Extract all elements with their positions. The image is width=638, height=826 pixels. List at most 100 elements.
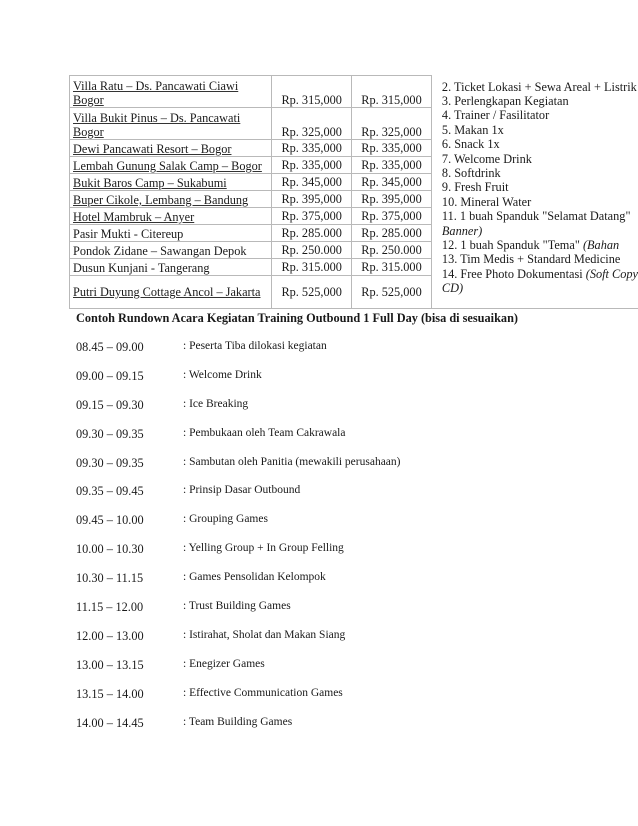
facility-item: 4. Trainer / Fasilitator (442, 108, 638, 122)
rundown-time: 09.30 – 09.35 (76, 426, 144, 441)
venue-name-cell: Pasir Mukti - Citereup (68, 224, 273, 242)
price-cell: Rp. 325,000 (351, 107, 432, 140)
rundown-activity: : Effective Communication Games (183, 686, 343, 699)
price-cell: Rp. 395,000 (271, 190, 353, 208)
venue-name-cell: Lembah Gunung Salak Camp – Bogor (68, 156, 273, 174)
facility-text: 10. Mineral Water (441, 194, 532, 209)
rundown-time: 09.45 – 10.00 (76, 513, 144, 528)
price-cell: Rp. 325,000 (271, 107, 353, 140)
rundown-time: 08.45 – 09.00 (76, 340, 144, 354)
facility-item: 13. Tim Medis + Standard Medicine (442, 252, 638, 266)
facility-note: (Soft Copy (585, 266, 638, 281)
price-cell: Rp. 345,000 (351, 173, 432, 191)
price-cell: Rp. 335,000 (351, 139, 432, 157)
price-cell: Rp. 375,000 (271, 207, 353, 225)
price-cell: Rp. 525,000 (351, 275, 432, 309)
rundown-time: 12.00 – 13.00 (76, 628, 144, 643)
price-cell: Rp. 345,000 (271, 173, 353, 191)
facility-item: 11. 1 buah Spanduk "Selamat Datang" (442, 209, 638, 223)
venue-name-line: Dewi Pancawati Resort – Bogor (73, 142, 232, 156)
venue-name-line: Bukit Baros Camp – Sukabumi (73, 176, 227, 190)
facility-text: 5. Makan 1x (441, 122, 504, 137)
facilities-list: 2. Ticket Lokasi + Sewa Areal + Listrik 3… (442, 80, 638, 296)
price-cell: Rp. 315.000 (271, 258, 353, 276)
rundown-activity: : Peserta Tiba dilokasi kegiatan (183, 340, 327, 352)
rundown-activity: : Team Building Games (183, 715, 293, 728)
venue-name-line: Dusun Kunjani - Tangerang (73, 261, 210, 275)
document-page: Villa Ratu – Ds. Pancawati Ciawi Bogor Rp… (0, 0, 638, 826)
facility-item: 8. Softdrink (442, 166, 638, 180)
venue-name-cell: Dusun Kunjani - Tangerang (68, 258, 273, 276)
rundown-activity: : Pembukaan oleh Team Cakrawala (183, 426, 346, 439)
facility-item: 14. Free Photo Dokumentasi (Soft Copy (442, 267, 638, 281)
price-cell: Rp. 335,000 (351, 156, 432, 174)
table-row: Villa Ratu – Ds. Pancawati Ciawi Bogor Rp… (68, 75, 638, 309)
price-cell: Rp. 395,000 (351, 190, 432, 208)
rundown-time: 10.00 – 10.30 (76, 542, 144, 557)
price-cell: Rp. 315.000 (351, 258, 432, 276)
facility-item: 2. Ticket Lokasi + Sewa Areal + Listrik (442, 80, 638, 94)
rundown-time: 09.35 – 09.45 (76, 484, 144, 499)
venue-name-line: Bogor (73, 125, 104, 139)
venue-name-cell: Putri Duyung Cottage Ancol – Jakarta (68, 275, 273, 309)
facility-text: 12. 1 buah Spanduk "Tema" (441, 237, 583, 252)
rundown-activity: : Welcome Drink (183, 368, 262, 381)
venue-name-cell: Villa Ratu – Ds. Pancawati Ciawi Bogor (68, 75, 273, 108)
price-cell: Rp. 315,000 (351, 75, 432, 108)
rundown-heading: Contoh Rundown Acara Kegiatan Training O… (76, 311, 519, 325)
venue-name-cell: Hotel Mambruk – Anyer (68, 207, 273, 225)
rundown-time: 14.00 – 14.45 (76, 715, 144, 730)
facility-text: 8. Softdrink (441, 165, 501, 180)
rundown-time: 09.00 – 09.15 (76, 368, 144, 383)
facility-text: 3. Perlengkapan Kegiatan (441, 93, 569, 108)
rundown-time: 11.15 – 12.00 (76, 600, 144, 615)
facility-text: 9. Fresh Fruit (441, 180, 509, 195)
facility-note: Banner) (441, 223, 483, 238)
rundown-activity: : Grouping Games (183, 513, 268, 526)
facilities-cell: 2. Ticket Lokasi + Sewa Areal + Listrik 3… (430, 75, 638, 309)
venue-name-line: Pasir Mukti - Citereup (73, 227, 184, 241)
facility-note: (Bahan (582, 237, 620, 252)
rundown-activity: : Enegizer Games (183, 657, 265, 670)
rundown-time: 13.15 – 14.00 (76, 686, 144, 701)
rundown-time: 09.15 – 09.30 (76, 397, 144, 412)
price-cell: Rp. 375,000 (351, 207, 432, 225)
price-cell: Rp. 250.000 (271, 241, 353, 259)
venue-name-line: Villa Bukit Pinus – Ds. Pancawati (73, 111, 241, 125)
price-cell: Rp. 315,000 (271, 75, 353, 108)
rundown-activity: : Istirahat, Sholat dan Makan Siang (183, 628, 346, 641)
facility-text: 14. Free Photo Dokumentasi (441, 266, 586, 281)
rundown-activity: : Trust Building Games (183, 600, 291, 613)
facility-item: 9. Fresh Fruit (442, 180, 638, 194)
facility-item: 3. Perlengkapan Kegiatan (442, 94, 638, 108)
facility-item: 7. Welcome Drink (442, 152, 638, 166)
venue-name-cell: Bukit Baros Camp – Sukabumi (68, 173, 273, 191)
rundown-activity: : Ice Breaking (183, 397, 249, 410)
facility-item: 6. Snack 1x (442, 137, 638, 151)
facility-text: 4. Trainer / Fasilitator (441, 108, 550, 123)
rundown-activity: : Yelling Group + In Group Felling (183, 542, 344, 555)
price-cell: Rp. 250.000 (351, 241, 432, 259)
rundown-time: 13.00 – 13.15 (76, 657, 144, 672)
price-cell: Rp. 285.000 (271, 224, 353, 242)
facility-item: 12. 1 buah Spanduk "Tema" (Bahan (442, 238, 638, 252)
facility-text: 6. Snack 1x (441, 137, 500, 152)
price-cell: Rp. 285.000 (351, 224, 432, 242)
facility-text: 11. 1 buah Spanduk "Selamat Datang" (441, 209, 631, 224)
venue-name-cell: Dewi Pancawati Resort – Bogor (68, 139, 273, 157)
venue-name-line: Lembah Gunung Salak Camp – Bogor (73, 159, 262, 173)
facility-text: 7. Welcome Drink (441, 151, 532, 166)
facility-item: 10. Mineral Water (442, 195, 638, 209)
venue-name-cell: Pondok Zidane – Sawangan Depok (68, 241, 273, 259)
venue-price-table: Villa Ratu – Ds. Pancawati Ciawi Bogor Rp… (68, 75, 638, 309)
venue-name-line: Putri Duyung Cottage Ancol – Jakarta (73, 285, 261, 299)
facility-note: CD) (441, 281, 464, 296)
facility-text: 13. Tim Medis + Standard Medicine (441, 252, 621, 267)
rundown-time: 09.30 – 09.35 (76, 455, 144, 470)
venue-name-cell: Buper Cikole, Lembang – Bandung (68, 190, 273, 208)
rundown-activity: : Sambutan oleh Panitia (mewakili perusa… (183, 455, 401, 468)
facility-item: CD) (442, 281, 638, 295)
venue-name-line: Hotel Mambruk – Anyer (73, 210, 195, 224)
facility-item: Banner) (442, 224, 638, 238)
venue-name-line: Villa Ratu – Ds. Pancawati Ciawi (73, 79, 239, 93)
